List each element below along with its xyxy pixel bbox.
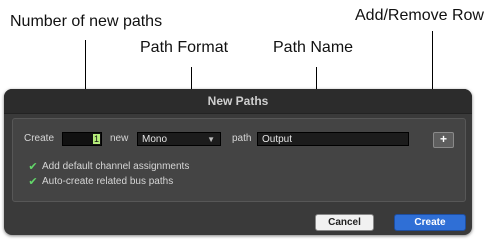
path-format-select[interactable]: Mono ▼ (137, 132, 221, 146)
checkbox-row-auto-create-bus[interactable]: ✔ Auto-create related bus paths (27, 175, 173, 188)
callout-add-remove-row: Add/Remove Row (355, 7, 484, 24)
callout-path-name: Path Name (273, 39, 354, 56)
callout-path-format: Path Format (140, 39, 229, 56)
path-count-value: 1 (93, 134, 100, 144)
path-name-value: Output (262, 134, 293, 145)
path-count-field[interactable]: 1 (62, 132, 102, 146)
checkmark-icon: ✔ (28, 161, 38, 173)
chevron-down-icon: ▼ (207, 135, 215, 144)
cancel-button[interactable]: Cancel (315, 214, 374, 231)
create-label: Create (24, 133, 55, 144)
create-button[interactable]: Create (394, 214, 466, 231)
path-format-value: Mono (142, 134, 168, 145)
dialog-title: New Paths (4, 89, 472, 114)
checkbox-label: Add default channel assignments (42, 161, 190, 172)
add-row-button[interactable]: + (433, 132, 454, 148)
path-name-field[interactable]: Output (257, 132, 409, 146)
path-row-panel: Create 1 new Mono ▼ path Output + ✔ Add … (12, 118, 466, 202)
new-paths-dialog: New Paths Create 1 new Mono ▼ path Outpu… (4, 89, 472, 235)
checkbox-label: Auto-create related bus paths (42, 176, 174, 187)
path-label: path (232, 133, 252, 144)
callout-number-of-new-paths: Number of new paths (10, 13, 163, 30)
new-label: new (110, 133, 129, 144)
checkmark-icon: ✔ (28, 176, 38, 188)
checkbox-row-default-assignments[interactable]: ✔ Add default channel assignments (27, 160, 189, 173)
